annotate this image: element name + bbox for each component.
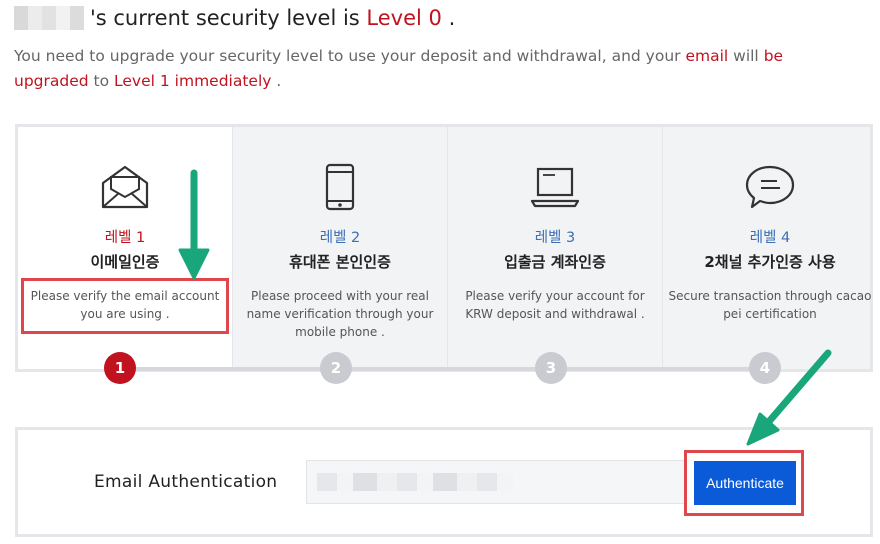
envelope-icon xyxy=(101,165,149,209)
step-name: 이메일인증 xyxy=(90,253,160,271)
desc-will: will xyxy=(733,47,759,65)
step-number-2[interactable]: 2 xyxy=(320,352,352,384)
step-level-1[interactable]: 레벨 1 이메일인증 Please verify the email accou… xyxy=(18,127,232,369)
desc-end: . xyxy=(276,72,282,90)
laptop-icon xyxy=(530,167,580,208)
step-level-label: 레벨 1 xyxy=(104,230,146,246)
step-level-2[interactable]: 레벨 2 휴대폰 본인인증 Please proceed with your r… xyxy=(233,127,447,369)
title-text: 's current security level is xyxy=(90,6,360,30)
step-number-1[interactable]: 1 xyxy=(104,352,136,384)
mobile-phone-icon xyxy=(325,163,355,211)
step-level-4[interactable]: 레벨 4 2채널 추가인증 사용 Secure transaction thro… xyxy=(663,127,877,369)
desc-email: email xyxy=(685,47,729,65)
step-name: 입출금 계좌인증 xyxy=(504,253,606,271)
step-description: Please verify your account for KRW depos… xyxy=(465,289,645,321)
page-title: 's current security level is Level 0 . xyxy=(14,6,455,30)
security-level-steps: 레벨 1 이메일인증 Please verify the email accou… xyxy=(15,124,873,372)
step-number-4[interactable]: 4 xyxy=(749,352,781,384)
step-level-3[interactable]: 레벨 3 입출금 계좌인증 Please verify your account… xyxy=(448,127,662,369)
upgrade-description: You need to upgrade your security level … xyxy=(14,44,854,94)
step-level-label: 레벨 3 xyxy=(534,230,576,246)
step-description: Please verify the email account you are … xyxy=(30,289,220,321)
authenticate-button[interactable]: Authenticate xyxy=(694,461,796,505)
redacted-email xyxy=(317,473,513,491)
step-level-label: 레벨 4 xyxy=(749,230,791,246)
email-authentication-label: Email Authentication xyxy=(94,472,278,492)
current-level: Level 0 xyxy=(366,6,442,30)
desc-level1: Level 1 immediately xyxy=(114,72,272,90)
step-level-label: 레벨 2 xyxy=(319,230,361,246)
redacted-username xyxy=(14,6,84,30)
progress-track xyxy=(120,367,770,371)
chat-bubble-icon xyxy=(745,165,795,209)
step-name: 2채널 추가인증 사용 xyxy=(704,253,836,271)
step-description: Please proceed with your real name verif… xyxy=(246,289,434,339)
email-authentication-panel: Email Authentication Authenticate xyxy=(15,427,873,537)
desc-to: to xyxy=(93,72,110,90)
title-period: . xyxy=(448,6,456,30)
email-field[interactable] xyxy=(306,460,686,504)
step-name: 휴대폰 본인인증 xyxy=(289,253,391,271)
step-number-3[interactable]: 3 xyxy=(535,352,567,384)
step-description: Secure transaction through cacao pei cer… xyxy=(668,289,872,321)
desc-text: You need to upgrade your security level … xyxy=(14,47,681,65)
